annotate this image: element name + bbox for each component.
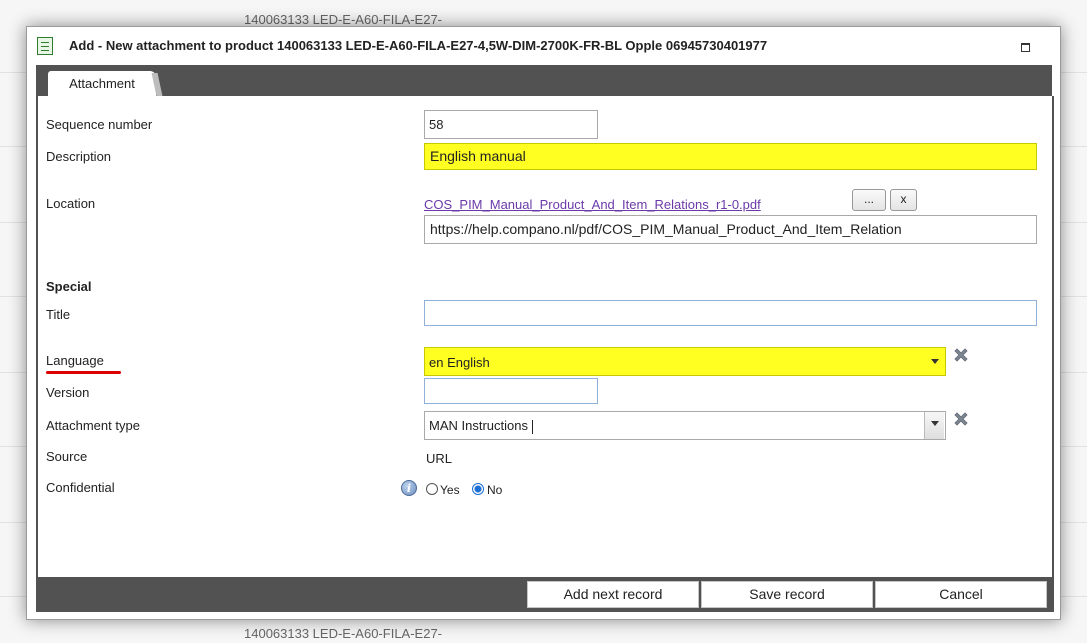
attachment-type-select[interactable]: MAN Instructions [424,411,946,440]
maximize-icon[interactable] [1021,43,1030,52]
attachment-type-value: MAN Instructions [429,418,528,433]
clear-location-button[interactable]: x [890,189,917,211]
confidential-yes-radio[interactable] [426,483,438,495]
dialog-footer: Add next record Save record Cancel [36,577,1054,612]
background-row-text: 140063133 LED-E-A60-FILA-E27- [244,626,443,641]
tab-attachment[interactable]: Attachment [48,71,156,96]
title-input[interactable] [424,300,1037,326]
dialog-titlebar[interactable]: Add - New attachment to product 14006313… [27,27,1060,65]
attachment-type-label: Attachment type [46,418,140,433]
clear-language-icon[interactable] [951,345,971,365]
confidential-no-label[interactable]: No [487,483,502,497]
location-file-link[interactable]: COS_PIM_Manual_Product_And_Item_Relation… [424,197,761,212]
info-icon[interactable]: i [401,480,417,496]
version-label: Version [46,385,90,400]
location-label: Location [46,196,96,211]
chevron-down-icon [931,359,939,364]
sequence-number-input[interactable]: 58 [424,110,598,139]
version-input[interactable] [424,378,598,404]
cancel-button[interactable]: Cancel [875,581,1047,608]
browse-button[interactable]: ... [852,189,886,211]
save-record-button[interactable]: Save record [701,581,873,608]
special-heading: Special [46,279,92,294]
form-content: Sequence number 58 Description English m… [36,96,1054,577]
clear-attachment-type-icon[interactable] [951,409,971,429]
confidential-yes-label[interactable]: Yes [440,483,460,497]
description-input[interactable]: English manual [424,143,1037,170]
chevron-down-icon[interactable] [924,412,944,439]
language-underline [46,371,121,374]
text-cursor [531,419,533,434]
form-icon [37,37,53,55]
description-label: Description [46,149,112,164]
attachment-dialog: Add - New attachment to product 14006313… [26,26,1061,620]
language-select[interactable]: en English [424,347,946,376]
confidential-label: Confidential [46,480,115,495]
confidential-no-radio[interactable] [472,483,484,495]
source-label: Source [46,449,88,464]
add-next-record-button[interactable]: Add next record [527,581,699,608]
location-url-input[interactable]: https://help.compano.nl/pdf/COS_PIM_Manu… [424,215,1037,244]
language-label: Language [46,353,104,368]
title-label: Title [46,307,71,322]
tab-bar: Attachment [36,65,1052,96]
background-row-text: 140063133 LED-E-A60-FILA-E27- [244,12,443,27]
language-select-value: en English [429,355,490,370]
dialog-title: Add - New attachment to product 14006313… [69,38,768,53]
sequence-number-label: Sequence number [46,117,153,132]
source-value: URL [426,451,453,466]
